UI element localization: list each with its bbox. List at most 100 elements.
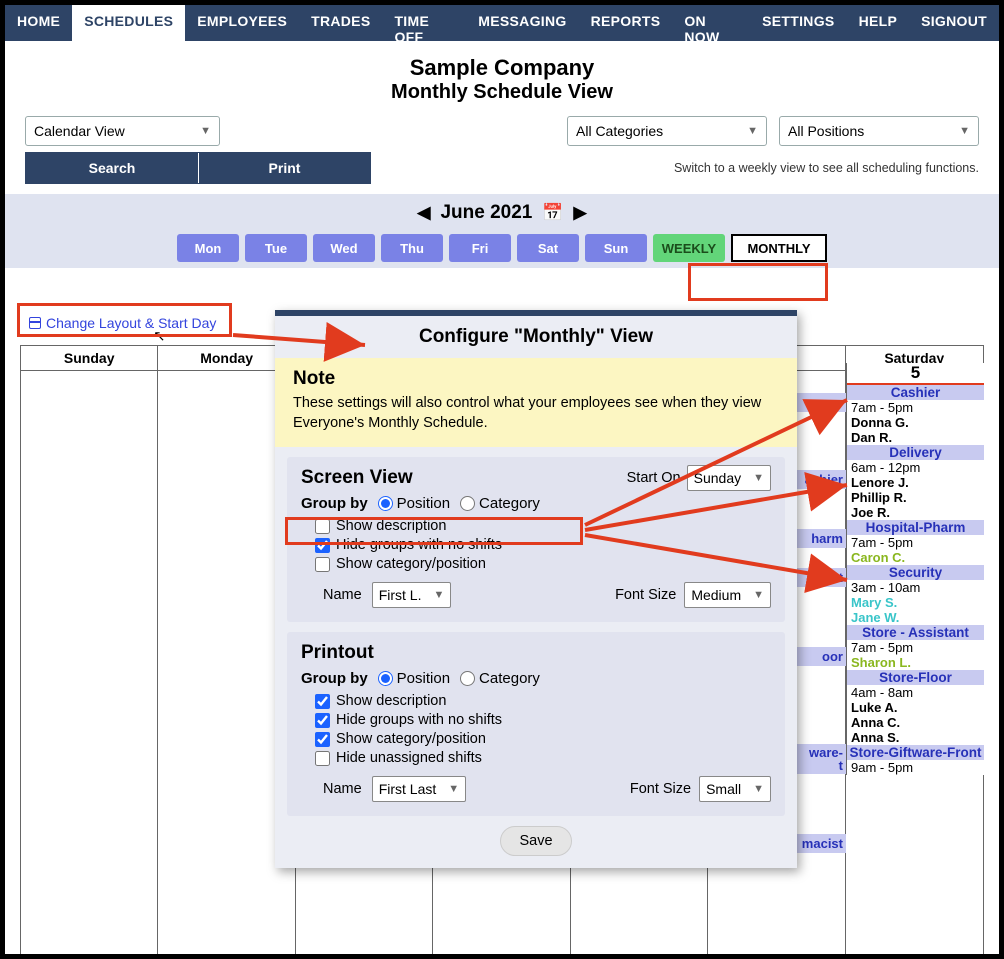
shift-time: 3am - 10am [847,580,984,595]
po-show-desc[interactable] [315,694,330,709]
shift-time: 9am - 5pm [847,760,984,775]
shift-time: 7am - 5pm [847,640,984,655]
sv-font-label: Font Size [615,587,676,603]
po-name-label: Name [323,781,362,797]
save-button[interactable]: Save [500,826,572,856]
position-select[interactable]: All Positions ▼ [779,116,979,146]
position-group: Hospital-Pharm [847,520,984,535]
sv-hide-groups[interactable] [315,538,330,553]
po-position-radio-input[interactable] [378,671,393,686]
monthly-button[interactable]: MONTHLY [731,234,827,262]
saturday-daynum: 5 [847,363,984,385]
change-layout-label: Change Layout & Start Day [46,315,216,331]
po-hide-groups[interactable] [315,713,330,728]
note-title: Note [293,368,779,390]
nav-help[interactable]: HELP [847,5,910,41]
employee-name: Phillip R. [847,490,984,505]
day-wed[interactable]: Wed [313,234,375,262]
nav-trades[interactable]: TRADES [299,5,382,41]
company-title: Sample Company [5,55,999,81]
employee-name: Anna S. [847,730,984,745]
day-fri[interactable]: Fri [449,234,511,262]
prev-month-icon[interactable]: ◀ [417,203,430,223]
sv-show-desc[interactable] [315,519,330,534]
sv-position-radio[interactable]: Position [378,495,450,512]
chevron-down-icon: ▼ [448,783,459,795]
po-position-radio[interactable]: Position [378,670,450,687]
position-group: Store-Giftware-Front [847,745,984,760]
chevron-down-icon: ▼ [200,125,211,137]
po-hide-unassigned[interactable] [315,751,330,766]
employee-name: Luke A. [847,700,984,715]
chevron-down-icon: ▼ [959,125,970,137]
nav-reports[interactable]: REPORTS [579,5,673,41]
print-button[interactable]: Print [198,153,370,183]
sv-name-select[interactable]: First L.▼ [372,582,452,608]
sv-position-radio-input[interactable] [378,496,393,511]
sv-font-select[interactable]: Medium▼ [684,582,771,608]
shift-time: 4am - 8am [847,685,984,700]
po-font-select[interactable]: Small▼ [699,776,771,802]
change-layout-link[interactable]: Change Layout & Start Day [29,315,216,331]
shift-time: 7am - 5pm [847,535,984,550]
po-name-select[interactable]: First Last▼ [372,776,466,802]
printout-title: Printout [301,642,771,664]
day-sat[interactable]: Sat [517,234,579,262]
employee-name: Joe R. [847,505,984,520]
nav-home[interactable]: HOME [5,5,72,41]
layout-icon [29,317,41,329]
employee-name: Anna C. [847,715,984,730]
category-select[interactable]: All Categories ▼ [567,116,767,146]
start-on-select[interactable]: Sunday▼ [687,465,771,491]
employee-name: Lenore J. [847,475,984,490]
position-group: Cashier [847,385,984,400]
position-group: Delivery [847,445,984,460]
weekly-button[interactable]: WEEKLY [653,234,725,262]
nav-messaging[interactable]: MESSAGING [466,5,578,41]
nav-signout[interactable]: SIGNOUT [909,5,999,41]
employee-name: Donna G. [847,415,984,430]
day-sun[interactable]: Sun [585,234,647,262]
nav-settings[interactable]: SETTINGS [750,5,846,41]
calendar-icon[interactable]: 📅 [542,203,563,223]
sv-name-label: Name [323,587,362,603]
next-month-icon[interactable]: ▶ [574,203,587,223]
day-tue[interactable]: Tue [245,234,307,262]
shift-time: 7am - 5pm [847,400,984,415]
configure-dialog: Configure "Monthly" View Note These sett… [275,310,797,868]
dialog-title: Configure "Monthly" View [275,316,797,358]
day-mon[interactable]: Mon [177,234,239,262]
employee-name: Jane W. [847,610,984,625]
sv-category-radio[interactable]: Category [460,495,540,512]
search-button[interactable]: Search [26,153,198,183]
chevron-down-icon: ▼ [747,125,758,137]
po-category-radio-input[interactable] [460,671,475,686]
view-select[interactable]: Calendar View ▼ [25,116,220,146]
view-title: Monthly Schedule View [5,81,999,104]
position-select-value: All Positions [788,123,864,139]
employee-name: Sharon L. [847,655,984,670]
nav-schedules[interactable]: SCHEDULES [72,5,185,41]
position-group: Store - Assistant [847,625,984,640]
chevron-down-icon: ▼ [753,589,764,601]
nav-employees[interactable]: EMPLOYEES [185,5,299,41]
employee-name: Mary S. [847,595,984,610]
sv-category-radio-input[interactable] [460,496,475,511]
nav-timeoff[interactable]: TIME OFF [382,5,466,41]
start-on-label: Start On [627,470,681,486]
note-body: These settings will also control what yo… [293,394,779,433]
view-select-value: Calendar View [34,123,125,139]
chevron-down-icon: ▼ [433,589,444,601]
po-category-radio[interactable]: Category [460,670,540,687]
employee-name: Dan R. [847,430,984,445]
po-font-label: Font Size [630,781,691,797]
po-show-catpos[interactable] [315,732,330,747]
employee-name: Caron C. [847,550,984,565]
nav-onnow[interactable]: ON NOW [672,5,750,41]
position-group: Security [847,565,984,580]
group-by-label: Group by [301,495,368,512]
sv-show-catpos[interactable] [315,557,330,572]
annot-monthly-box [688,263,828,301]
chevron-down-icon: ▼ [753,472,764,484]
day-thu[interactable]: Thu [381,234,443,262]
